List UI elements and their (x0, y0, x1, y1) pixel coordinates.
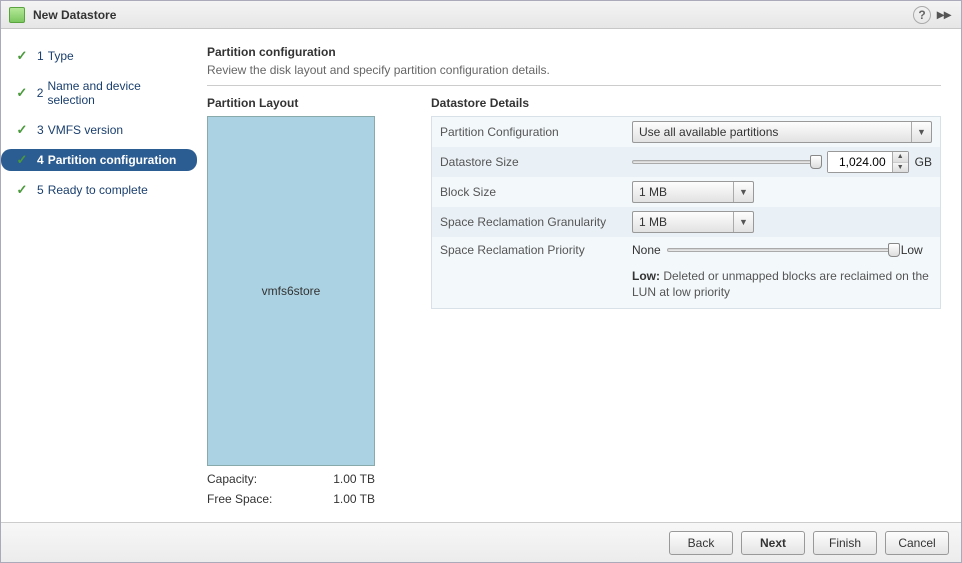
reclaim-priority-label: Space Reclamation Priority (440, 243, 632, 257)
block-size-label: Block Size (440, 185, 632, 199)
priority-left-label: None (632, 243, 661, 257)
window-title: New Datastore (33, 8, 116, 22)
step-label: Partition configuration (48, 153, 177, 167)
datastore-size-label: Datastore Size (440, 155, 632, 169)
priority-note-text: Deleted or unmapped blocks are reclaimed… (632, 269, 929, 299)
check-icon: ✓ (15, 183, 29, 197)
datastore-details-title: Datastore Details (431, 96, 941, 110)
select-value: Use all available partitions (633, 125, 911, 139)
partition-config-select[interactable]: Use all available partitions ▼ (632, 121, 932, 143)
page-title: Partition configuration (207, 45, 941, 59)
step-number: 3 (37, 123, 44, 137)
step-vmfs-version[interactable]: ✓ 3 VMFS version (1, 119, 197, 141)
free-space-label: Free Space: (207, 492, 272, 506)
block-size-select[interactable]: 1 MB ▼ (632, 181, 754, 203)
select-value: 1 MB (633, 215, 733, 229)
size-slider[interactable] (632, 160, 815, 164)
priority-slider[interactable] (667, 248, 895, 252)
forward-icon[interactable]: ▸▸ (935, 6, 953, 24)
size-input[interactable] (828, 152, 892, 172)
step-number: 4 (37, 153, 44, 167)
partition-config-row: Partition Configuration Use all availabl… (432, 117, 940, 147)
partition-layout-title: Partition Layout (207, 96, 407, 110)
step-type[interactable]: ✓ 1 Type (1, 45, 197, 67)
next-button[interactable]: Next (741, 531, 805, 555)
partition-name: vmfs6store (262, 284, 321, 298)
reclaim-granularity-row: Space Reclamation Granularity 1 MB ▼ (432, 207, 940, 237)
wizard-steps-sidebar: ✓ 1 Type ✓ 2 Name and device selection ✓… (1, 29, 197, 523)
check-icon: ✓ (15, 153, 29, 167)
reclaim-granularity-select[interactable]: 1 MB ▼ (632, 211, 754, 233)
details-grid: Partition Configuration Use all availabl… (431, 116, 941, 309)
size-unit: GB (915, 155, 932, 169)
priority-note: Low: Deleted or unmapped blocks are recl… (632, 269, 932, 300)
step-label: Type (48, 49, 74, 63)
check-icon: ✓ (15, 123, 29, 137)
capacity-value: 1.00 TB (333, 472, 375, 486)
content-pane: Partition configuration Review the disk … (197, 29, 961, 523)
free-space-value: 1.00 TB (333, 492, 375, 506)
page-description: Review the disk layout and specify parti… (207, 63, 941, 77)
content-header: Partition configuration Review the disk … (207, 45, 941, 86)
block-size-row: Block Size 1 MB ▼ (432, 177, 940, 207)
step-name-device[interactable]: ✓ 2 Name and device selection (1, 75, 197, 111)
reclaim-priority-row: Space Reclamation Priority None Low Low: (432, 237, 940, 308)
step-ready-complete[interactable]: ✓ 5 Ready to complete (1, 179, 197, 201)
spinner-down-icon[interactable]: ▼ (893, 163, 908, 173)
chevron-down-icon: ▼ (733, 212, 753, 232)
wizard-body: ✓ 1 Type ✓ 2 Name and device selection ✓… (1, 29, 961, 523)
chevron-down-icon: ▼ (733, 182, 753, 202)
button-bar: Back Next Finish Cancel (1, 522, 961, 562)
datastore-size-row: Datastore Size ▲ ▼ (432, 147, 940, 177)
step-label: VMFS version (48, 123, 123, 137)
step-number: 1 (37, 49, 44, 63)
priority-note-bold: Low: (632, 269, 660, 283)
partition-layout-section: Partition Layout vmfs6store Capacity: 1.… (207, 96, 407, 506)
spinner-up-icon[interactable]: ▲ (893, 152, 908, 163)
size-spinner[interactable]: ▲ ▼ (827, 151, 909, 173)
chevron-down-icon: ▼ (911, 122, 931, 142)
step-label: Ready to complete (48, 183, 148, 197)
step-number: 5 (37, 183, 44, 197)
datastore-icon (9, 7, 25, 23)
partition-diagram: vmfs6store (207, 116, 375, 466)
back-button[interactable]: Back (669, 531, 733, 555)
select-value: 1 MB (633, 185, 733, 199)
reclaim-granularity-label: Space Reclamation Granularity (440, 215, 632, 229)
partition-config-label: Partition Configuration (440, 125, 632, 139)
cancel-button[interactable]: Cancel (885, 531, 949, 555)
step-partition-config[interactable]: ✓ 4 Partition configuration (1, 149, 197, 171)
finish-button[interactable]: Finish (813, 531, 877, 555)
check-icon: ✓ (15, 49, 29, 63)
slider-handle-icon[interactable] (810, 155, 822, 169)
priority-right-label: Low (901, 243, 923, 257)
title-bar: New Datastore ? ▸▸ (1, 1, 961, 29)
step-number: 2 (37, 86, 44, 100)
help-icon[interactable]: ? (913, 6, 931, 24)
slider-handle-icon[interactable] (888, 243, 900, 257)
check-icon: ✓ (15, 86, 29, 100)
capacity-label: Capacity: (207, 472, 257, 486)
step-label: Name and device selection (47, 79, 189, 107)
datastore-details-section: Datastore Details Partition Configuratio… (431, 96, 941, 506)
